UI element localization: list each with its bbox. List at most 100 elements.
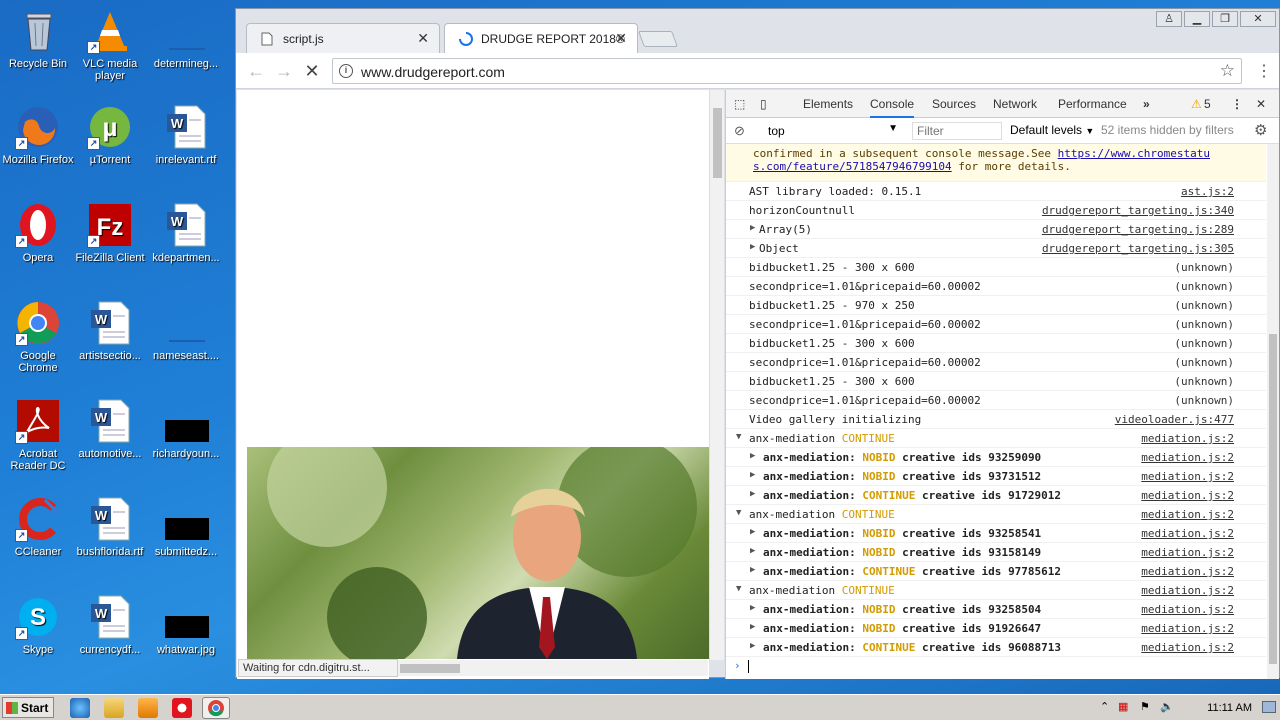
gear-icon[interactable]: ⚙ <box>1254 121 1267 139</box>
minimize-icon[interactable]: ▁ <box>1184 11 1210 27</box>
flag-icon[interactable]: ⚑ <box>1140 700 1150 713</box>
menu-icon[interactable]: ⋮ <box>1254 61 1274 81</box>
desktop-icon-filezilla[interactable]: Fz ↗ FileZilla Client <box>72 202 148 264</box>
expand-triangle-icon[interactable]: ▶ <box>750 565 755 575</box>
chrome-taskbar-button[interactable] <box>202 697 230 719</box>
console-row[interactable]: ▶ anx-mediation: NOBID creative ids 93258… <box>726 524 1266 543</box>
message-link[interactable]: https://www.chromestatu <box>1058 147 1210 160</box>
console-group-header[interactable]: ▼ anx-mediation CONTINUE mediation.js:2 <box>726 505 1266 524</box>
source-link[interactable]: mediation.js:2 <box>1141 641 1234 654</box>
desktop-icon-whatwar[interactable]: whatwar.jpg <box>148 594 224 656</box>
console-row[interactable]: ▶ anx-mediation: NOBID creative ids 93158… <box>726 543 1266 562</box>
console-row[interactable]: ▶ anx-mediation: CONTINUE creative ids 91… <box>726 486 1266 505</box>
tab-script-js[interactable]: script.js ✕ <box>246 23 440 53</box>
warning-count[interactable]: 5 <box>1204 97 1211 111</box>
console-prompt[interactable]: › <box>726 657 1266 676</box>
source-link[interactable]: drudgereport_targeting.js:305 <box>1042 242 1234 255</box>
message-text[interactable]: Array(5) <box>759 223 812 236</box>
source-link[interactable]: mediation.js:2 <box>1141 565 1234 578</box>
console-group-header[interactable]: ▼ anx-mediation CONTINUE mediation.js:2 <box>726 581 1266 600</box>
inspect-icon[interactable]: ⬚ <box>734 97 745 111</box>
expand-triangle-icon[interactable]: ▶ <box>750 527 755 537</box>
console-row[interactable]: ▶ anx-mediation: CONTINUE creative ids 96… <box>726 638 1266 657</box>
source-link[interactable]: videoloader.js:477 <box>1115 413 1234 426</box>
collapse-triangle-icon[interactable]: ▼ <box>736 584 741 594</box>
desktop-icon-automotive[interactable]: W automotive... <box>72 398 148 460</box>
console-scrollbar[interactable] <box>1267 144 1279 679</box>
devtools-menu-icon[interactable]: ⋮ <box>1231 97 1243 111</box>
network-icon[interactable]: ▦ <box>1118 700 1128 713</box>
console-row[interactable]: ▶ anx-mediation: NOBID creative ids 93258… <box>726 600 1266 619</box>
desktop-icon-inrelevant[interactable]: W inrelevant.rtf <box>148 104 224 166</box>
expand-triangle-icon[interactable]: ▶ <box>750 641 755 651</box>
expand-triangle-icon[interactable]: ▶ <box>750 489 755 499</box>
console-row[interactable]: ▶ anx-mediation: NOBID creative ids 93731… <box>726 467 1266 486</box>
console-row[interactable]: ▶ anx-mediation: NOBID creative ids 91926… <box>726 619 1266 638</box>
bookmark-star-icon[interactable]: ☆ <box>1220 61 1235 81</box>
desktop-icon-determineg[interactable]: determineg... <box>148 8 224 70</box>
desktop-icon-kdepartment[interactable]: W kdepartmen... <box>148 202 224 264</box>
source-link[interactable]: drudgereport_targeting.js:340 <box>1042 204 1234 217</box>
source-link[interactable]: mediation.js:2 <box>1141 470 1234 483</box>
new-tab-button[interactable] <box>638 31 678 47</box>
expand-triangle-icon[interactable]: ▶ <box>750 223 755 233</box>
message-link[interactable]: s.com/feature/5718547946799104 <box>753 160 952 173</box>
window-close-icon[interactable]: ✕ <box>1240 11 1276 27</box>
source-link[interactable]: mediation.js:2 <box>1141 527 1234 540</box>
source-link[interactable]: mediation.js:2 <box>1141 432 1234 445</box>
context-selector[interactable]: top ▼ <box>762 122 902 140</box>
source-link[interactable]: mediation.js:2 <box>1141 546 1234 559</box>
warning-icon[interactable]: ⚠ <box>1191 97 1202 111</box>
volume-icon[interactable]: 🔈 <box>1160 700 1174 713</box>
message-text[interactable]: Object <box>759 242 799 255</box>
console-row[interactable]: ▶ anx-mediation: CONTINUE creative ids 97… <box>726 562 1266 581</box>
desktop-icon-acrobat[interactable]: ↗ Acrobat Reader DC <box>0 398 76 472</box>
desktop-icon-submittedz[interactable]: submittedz... <box>148 496 224 558</box>
source-link[interactable]: mediation.js:2 <box>1141 603 1234 616</box>
close-icon[interactable]: ✕ <box>417 30 429 47</box>
desktop-icon-opera[interactable]: ↗ Opera <box>0 202 76 264</box>
desktop-icon-artistsection[interactable]: W artistsectio... <box>72 300 148 362</box>
filter-input[interactable] <box>912 122 1002 140</box>
tab-drudge-report[interactable]: DRUDGE REPORT 2018® ✕ <box>444 23 638 53</box>
opera-taskbar-icon[interactable] <box>172 698 192 718</box>
desktop-icon-bushflorida[interactable]: W bushflorida.rtf <box>72 496 148 558</box>
console-group-header[interactable]: ▼ anx-mediation CONTINUE mediation.js:2 <box>726 429 1266 448</box>
console-row[interactable]: ▶ Array(5) drudgereport_targeting.js:289 <box>726 220 1266 239</box>
desktop-icon-nameseast[interactable]: nameseast.... <box>148 300 224 362</box>
expand-triangle-icon[interactable]: ▶ <box>750 603 755 613</box>
page-horizontal-scrollbar[interactable] <box>398 660 708 676</box>
clear-console-icon[interactable]: ⊘ <box>734 123 745 139</box>
source-link[interactable]: mediation.js:2 <box>1141 508 1234 521</box>
desktop-icon-firefox[interactable]: ↗ Mozilla Firefox <box>0 104 76 166</box>
source-link[interactable]: mediation.js:2 <box>1141 622 1234 635</box>
close-icon[interactable]: ✕ <box>615 30 627 47</box>
back-icon[interactable]: ← <box>246 61 266 82</box>
address-bar[interactable]: i www.drudgereport.com ☆ <box>332 58 1242 84</box>
source-link[interactable]: drudgereport_targeting.js:289 <box>1042 223 1234 236</box>
source-link[interactable]: mediation.js:2 <box>1141 489 1234 502</box>
source-link[interactable]: mediation.js:2 <box>1141 451 1234 464</box>
start-button[interactable]: Start <box>2 697 54 718</box>
desktop-icon-vlc[interactable]: ↗ VLC media player <box>72 8 148 82</box>
source-link[interactable]: mediation.js:2 <box>1141 584 1234 597</box>
device-toolbar-icon[interactable]: ▯ <box>760 97 767 111</box>
desktop-icon-ccleaner[interactable]: ↗ CCleaner <box>0 496 76 558</box>
collapse-triangle-icon[interactable]: ▼ <box>736 508 741 518</box>
desktop-icon-currencydf[interactable]: W currencydf... <box>72 594 148 656</box>
desktop-icon-recycle-bin[interactable]: Recycle Bin <box>0 8 76 70</box>
expand-triangle-icon[interactable]: ▶ <box>750 470 755 480</box>
info-icon[interactable]: i <box>339 64 353 78</box>
console-row[interactable]: ▶ Object drudgereport_targeting.js:305 <box>726 239 1266 258</box>
devtools-close-icon[interactable]: ✕ <box>1256 97 1266 111</box>
file-explorer-icon[interactable] <box>104 698 124 718</box>
page-scrollbar[interactable] <box>709 90 724 660</box>
internet-explorer-icon[interactable] <box>70 698 90 718</box>
news-photo[interactable] <box>247 447 709 659</box>
maximize-icon[interactable]: ❐ <box>1212 11 1238 27</box>
user-icon[interactable]: ♙ <box>1156 11 1182 27</box>
expand-triangle-icon[interactable]: ▶ <box>750 451 755 461</box>
url-text[interactable]: www.drudgereport.com <box>361 64 505 80</box>
source-link[interactable]: ast.js:2 <box>1181 185 1234 198</box>
expand-triangle-icon[interactable]: ▶ <box>750 546 755 556</box>
